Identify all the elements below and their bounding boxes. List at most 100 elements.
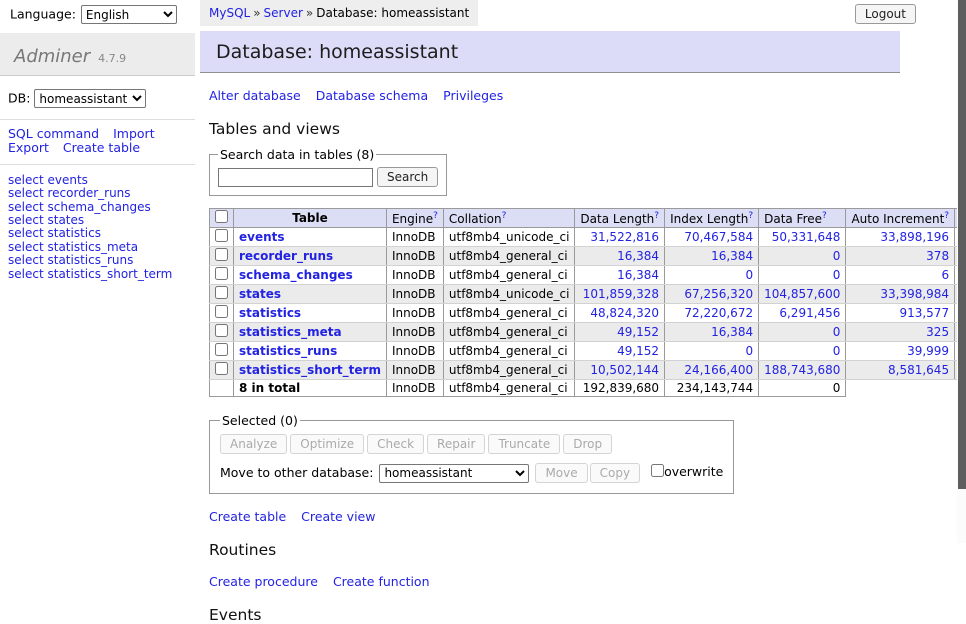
table-name-link[interactable]: statistics_short_term <box>239 363 381 377</box>
data-free-cell-link[interactable]: 104,857,600 <box>764 287 840 301</box>
routine-link[interactable]: Create function <box>333 574 430 589</box>
sidebar-link[interactable]: Create table <box>63 140 140 155</box>
move-button[interactable]: Move <box>535 463 587 483</box>
data-length-cell-link[interactable]: 16,384 <box>580 268 659 282</box>
check-button[interactable]: Check <box>367 434 424 454</box>
table-link[interactable]: statistics <box>47 226 101 240</box>
data-free-cell-link[interactable]: 50,331,648 <box>764 230 840 244</box>
index-length-cell-link[interactable]: 24,166,400 <box>670 363 753 377</box>
table-name-link[interactable]: events <box>239 230 285 244</box>
index-length-cell-link[interactable]: 0 <box>670 344 753 358</box>
logout-button[interactable]: Logout <box>855 4 916 24</box>
table-name-link[interactable]: statistics_runs <box>239 344 337 358</box>
overwrite-checkbox[interactable] <box>651 464 664 477</box>
row-checkbox[interactable] <box>215 305 228 318</box>
copy-button[interactable]: Copy <box>590 463 640 483</box>
routine-link[interactable]: Create procedure <box>209 574 318 589</box>
optimize-button[interactable]: Optimize <box>290 434 364 454</box>
row-checkbox[interactable] <box>215 324 228 337</box>
data-free-cell-link[interactable]: 0 <box>764 249 840 263</box>
table-link[interactable]: statistics_meta <box>47 240 138 254</box>
drop-button[interactable]: Drop <box>563 434 612 454</box>
table-name-link[interactable]: statistics <box>239 306 301 320</box>
table-link[interactable]: schema_changes <box>47 200 150 214</box>
db-select[interactable]: homeassistant <box>34 89 146 108</box>
table-name-link[interactable]: states <box>239 287 281 301</box>
select-link[interactable]: select <box>8 186 44 200</box>
search-button[interactable]: Search <box>377 167 438 187</box>
index-length-cell-link[interactable]: 70,467,584 <box>670 230 753 244</box>
select-link[interactable]: select <box>8 213 44 227</box>
table-name-link[interactable]: schema_changes <box>239 268 353 282</box>
data-length-cell-link[interactable]: 101,859,328 <box>580 287 659 301</box>
breadcrumb-link[interactable]: Server <box>264 6 303 20</box>
auto-increment-cell-link[interactable]: 33,898,196 <box>851 230 949 244</box>
data-free-cell-link[interactable]: 0 <box>764 344 840 358</box>
data-length-cell-link[interactable]: 16,384 <box>580 249 659 263</box>
truncate-button[interactable]: Truncate <box>488 434 560 454</box>
create-link[interactable]: Create table <box>209 509 286 524</box>
sidebar-link[interactable]: Export <box>8 140 49 155</box>
overwrite-option[interactable]: overwrite <box>651 465 723 480</box>
table-link[interactable]: statistics_runs <box>47 253 133 267</box>
auto-increment-cell-link[interactable]: 8,581,645 <box>851 363 949 377</box>
select-all-checkbox[interactable] <box>215 210 228 223</box>
auto-increment-cell-link[interactable]: 39,999 <box>851 344 949 358</box>
data-length-cell-link[interactable]: 49,152 <box>580 344 659 358</box>
scrollbar-thumb[interactable] <box>958 0 966 489</box>
create-link[interactable]: Create view <box>301 509 375 524</box>
table-name-link[interactable]: recorder_runs <box>239 249 333 263</box>
row-checkbox[interactable] <box>215 267 228 280</box>
help-link[interactable]: ? <box>944 211 949 221</box>
sidebar-link[interactable]: SQL command <box>8 126 99 141</box>
select-link[interactable]: select <box>8 173 44 187</box>
help-link[interactable]: ? <box>654 211 659 221</box>
index-length-cell-link[interactable]: 16,384 <box>670 249 753 263</box>
data-length-cell-link[interactable]: 48,824,320 <box>580 306 659 320</box>
search-input[interactable] <box>218 168 373 187</box>
select-link[interactable]: select <box>8 226 44 240</box>
app-version[interactable]: 4.7.9 <box>98 52 126 65</box>
select-link[interactable]: select <box>8 267 44 281</box>
breadcrumb-link[interactable]: MySQL <box>209 6 250 20</box>
index-length-cell-link[interactable]: 72,220,672 <box>670 306 753 320</box>
analyze-button[interactable]: Analyze <box>220 434 287 454</box>
help-link[interactable]: ? <box>433 211 438 221</box>
data-length-cell-link[interactable]: 49,152 <box>580 325 659 339</box>
data-free-cell-link[interactable]: 188,743,680 <box>764 363 840 377</box>
select-link[interactable]: select <box>8 240 44 254</box>
index-length-cell-link[interactable]: 67,256,320 <box>670 287 753 301</box>
help-link[interactable]: ? <box>822 211 827 221</box>
data-free-cell-link[interactable]: 0 <box>764 325 840 339</box>
sidebar-link[interactable]: Import <box>113 126 155 141</box>
language-select[interactable]: English <box>81 5 177 24</box>
row-checkbox[interactable] <box>215 343 228 356</box>
select-link[interactable]: select <box>8 253 44 267</box>
data-length-cell-link[interactable]: 31,522,816 <box>580 230 659 244</box>
index-length-cell-link[interactable]: 0 <box>670 268 753 282</box>
scrollbar-track[interactable] <box>957 0 966 543</box>
db-action-link[interactable]: Database schema <box>316 88 428 103</box>
db-action-link[interactable]: Alter database <box>209 88 301 103</box>
table-name-link[interactable]: statistics_meta <box>239 325 342 339</box>
db-action-link[interactable]: Privileges <box>443 88 503 103</box>
auto-increment-cell-link[interactable]: 325 <box>851 325 949 339</box>
data-free-cell-link[interactable]: 6,291,456 <box>764 306 840 320</box>
auto-increment-cell-link[interactable]: 6 <box>851 268 949 282</box>
row-checkbox[interactable] <box>215 286 228 299</box>
move-db-select[interactable]: homeassistant <box>379 464 529 483</box>
table-link[interactable]: statistics_short_term <box>47 267 172 281</box>
select-link[interactable]: select <box>8 200 44 214</box>
index-length-cell-link[interactable]: 16,384 <box>670 325 753 339</box>
repair-button[interactable]: Repair <box>427 434 485 454</box>
row-checkbox[interactable] <box>215 362 228 375</box>
data-length-cell-link[interactable]: 10,502,144 <box>580 363 659 377</box>
auto-increment-cell-link[interactable]: 378 <box>851 249 949 263</box>
table-link[interactable]: events <box>47 173 87 187</box>
help-link[interactable]: ? <box>502 211 507 221</box>
table-link[interactable]: recorder_runs <box>47 186 130 200</box>
help-link[interactable]: ? <box>748 211 753 221</box>
table-link[interactable]: states <box>47 213 84 227</box>
data-free-cell-link[interactable]: 0 <box>764 268 840 282</box>
row-checkbox[interactable] <box>215 248 228 261</box>
